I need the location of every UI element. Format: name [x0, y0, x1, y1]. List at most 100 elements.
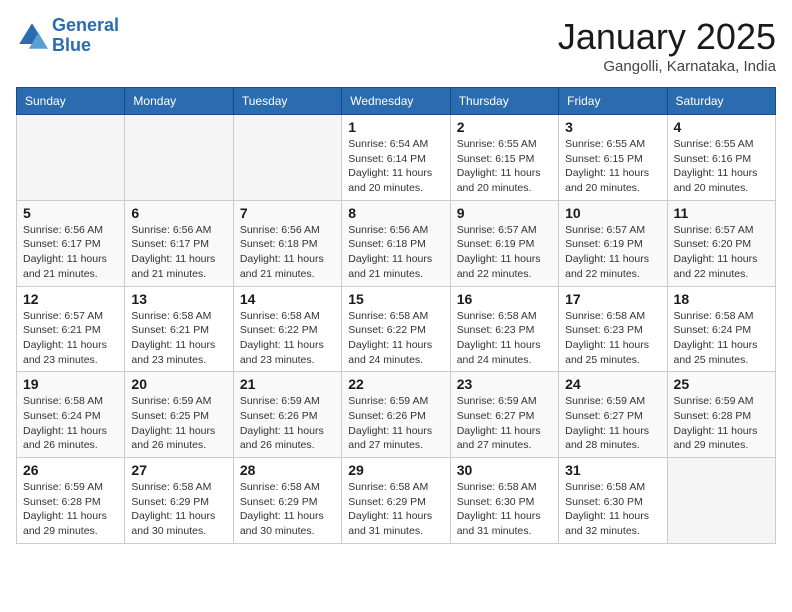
day-number: 19: [23, 376, 118, 392]
calendar-header: SundayMondayTuesdayWednesdayThursdayFrid…: [17, 88, 776, 115]
day-info: Sunrise: 6:55 AMSunset: 6:16 PMDaylight:…: [674, 137, 769, 196]
title-block: January 2025 Gangolli, Karnataka, India: [558, 16, 776, 75]
week-row-3: 12 Sunrise: 6:57 AMSunset: 6:21 PMDayligh…: [17, 286, 776, 372]
day-info: Sunrise: 6:59 AMSunset: 6:27 PMDaylight:…: [457, 394, 552, 453]
header-day-tuesday: Tuesday: [233, 88, 341, 115]
logo: General Blue: [16, 16, 119, 56]
week-row-5: 26Sunrise: 6:59 AMSunset: 6:28 PMDayligh…: [17, 458, 776, 544]
day-number: 26: [23, 462, 118, 478]
day-info: Sunrise: 6:58 AMSunset: 6:24 PMDaylight:…: [674, 309, 769, 368]
day-number: 13: [131, 291, 226, 307]
day-info: Sunrise: 6:58 AMSunset: 6:21 PMDaylight:…: [131, 309, 226, 368]
calendar-body: 1Sunrise: 6:54 AMSunset: 6:14 PMDaylight…: [17, 115, 776, 544]
header-day-monday: Monday: [125, 88, 233, 115]
day-info: Sunrise: 6:59 AMSunset: 6:25 PMDaylight:…: [131, 394, 226, 453]
week-row-1: 1Sunrise: 6:54 AMSunset: 6:14 PMDaylight…: [17, 115, 776, 201]
day-info: Sunrise: 6:58 AMSunset: 6:22 PMDaylight:…: [240, 309, 335, 368]
day-number: 5: [23, 205, 118, 221]
header-day-thursday: Thursday: [450, 88, 558, 115]
page-header: General Blue January 2025 Gangolli, Karn…: [16, 16, 776, 75]
header-row: SundayMondayTuesdayWednesdayThursdayFrid…: [17, 88, 776, 115]
calendar-cell: 23 Sunrise: 6:59 AMSunset: 6:27 PMDayligh…: [450, 372, 558, 458]
calendar-cell: 14 Sunrise: 6:58 AMSunset: 6:22 PMDayligh…: [233, 286, 341, 372]
calendar-cell: 26Sunrise: 6:59 AMSunset: 6:28 PMDayligh…: [17, 458, 125, 544]
calendar-cell: 30 Sunrise: 6:58 AMSunset: 6:30 PMDayligh…: [450, 458, 558, 544]
location: Gangolli, Karnataka, India: [558, 58, 776, 75]
day-info: Sunrise: 6:57 AMSunset: 6:19 PMDaylight:…: [457, 223, 552, 282]
header-day-friday: Friday: [559, 88, 667, 115]
day-number: 11: [674, 205, 769, 221]
calendar-cell: 27 Sunrise: 6:58 AMSunset: 6:29 PMDayligh…: [125, 458, 233, 544]
calendar-cell: 1Sunrise: 6:54 AMSunset: 6:14 PMDaylight…: [342, 115, 450, 201]
month-title: January 2025: [558, 16, 776, 58]
day-number: 20: [131, 376, 226, 392]
day-number: 4: [674, 119, 769, 135]
calendar-cell: 8 Sunrise: 6:56 AMSunset: 6:18 PMDaylight…: [342, 200, 450, 286]
day-info: Sunrise: 6:56 AMSunset: 6:18 PMDaylight:…: [348, 223, 443, 282]
calendar-cell: 21 Sunrise: 6:59 AMSunset: 6:26 PMDayligh…: [233, 372, 341, 458]
day-number: 24: [565, 376, 660, 392]
day-number: 29: [348, 462, 443, 478]
calendar-cell: 31 Sunrise: 6:58 AMSunset: 6:30 PMDayligh…: [559, 458, 667, 544]
day-number: 7: [240, 205, 335, 221]
day-info: Sunrise: 6:58 AMSunset: 6:30 PMDaylight:…: [565, 480, 660, 539]
calendar-cell: 13 Sunrise: 6:58 AMSunset: 6:21 PMDayligh…: [125, 286, 233, 372]
calendar-cell: 18Sunrise: 6:58 AMSunset: 6:24 PMDayligh…: [667, 286, 775, 372]
day-info: Sunrise: 6:54 AMSunset: 6:14 PMDaylight:…: [348, 137, 443, 196]
calendar-cell: 3 Sunrise: 6:55 AMSunset: 6:15 PMDaylight…: [559, 115, 667, 201]
day-info: Sunrise: 6:58 AMSunset: 6:24 PMDaylight:…: [23, 394, 118, 453]
calendar-cell: 29 Sunrise: 6:58 AMSunset: 6:29 PMDayligh…: [342, 458, 450, 544]
day-info: Sunrise: 6:58 AMSunset: 6:29 PMDaylight:…: [348, 480, 443, 539]
day-info: Sunrise: 6:59 AMSunset: 6:26 PMDaylight:…: [240, 394, 335, 453]
day-info: Sunrise: 6:58 AMSunset: 6:23 PMDaylight:…: [565, 309, 660, 368]
calendar-table: SundayMondayTuesdayWednesdayThursdayFrid…: [16, 87, 776, 544]
day-info: Sunrise: 6:58 AMSunset: 6:22 PMDaylight:…: [348, 309, 443, 368]
day-info: Sunrise: 6:55 AMSunset: 6:15 PMDaylight:…: [565, 137, 660, 196]
day-info: Sunrise: 6:59 AMSunset: 6:26 PMDaylight:…: [348, 394, 443, 453]
day-number: 21: [240, 376, 335, 392]
calendar-cell: [125, 115, 233, 201]
calendar-cell: 4 Sunrise: 6:55 AMSunset: 6:16 PMDaylight…: [667, 115, 775, 201]
day-number: 12: [23, 291, 118, 307]
day-number: 22: [348, 376, 443, 392]
day-info: Sunrise: 6:58 AMSunset: 6:29 PMDaylight:…: [131, 480, 226, 539]
calendar-cell: 7 Sunrise: 6:56 AMSunset: 6:18 PMDaylight…: [233, 200, 341, 286]
calendar-cell: 6 Sunrise: 6:56 AMSunset: 6:17 PMDaylight…: [125, 200, 233, 286]
day-info: Sunrise: 6:58 AMSunset: 6:30 PMDaylight:…: [457, 480, 552, 539]
logo-icon: [16, 20, 48, 52]
day-number: 14: [240, 291, 335, 307]
day-number: 15: [348, 291, 443, 307]
day-number: 30: [457, 462, 552, 478]
day-number: 17: [565, 291, 660, 307]
calendar-cell: 20 Sunrise: 6:59 AMSunset: 6:25 PMDayligh…: [125, 372, 233, 458]
day-number: 31: [565, 462, 660, 478]
calendar-cell: 9 Sunrise: 6:57 AMSunset: 6:19 PMDaylight…: [450, 200, 558, 286]
day-info: Sunrise: 6:59 AMSunset: 6:28 PMDaylight:…: [674, 394, 769, 453]
day-info: Sunrise: 6:58 AMSunset: 6:29 PMDaylight:…: [240, 480, 335, 539]
calendar-cell: 22 Sunrise: 6:59 AMSunset: 6:26 PMDayligh…: [342, 372, 450, 458]
day-number: 27: [131, 462, 226, 478]
header-day-wednesday: Wednesday: [342, 88, 450, 115]
week-row-4: 19 Sunrise: 6:58 AMSunset: 6:24 PMDayligh…: [17, 372, 776, 458]
calendar-cell: [667, 458, 775, 544]
day-number: 9: [457, 205, 552, 221]
calendar-cell: [233, 115, 341, 201]
week-row-2: 5 Sunrise: 6:56 AMSunset: 6:17 PMDaylight…: [17, 200, 776, 286]
day-info: Sunrise: 6:57 AMSunset: 6:20 PMDaylight:…: [674, 223, 769, 282]
calendar-cell: 19 Sunrise: 6:58 AMSunset: 6:24 PMDayligh…: [17, 372, 125, 458]
day-info: Sunrise: 6:56 AMSunset: 6:18 PMDaylight:…: [240, 223, 335, 282]
day-info: Sunrise: 6:57 AMSunset: 6:19 PMDaylight:…: [565, 223, 660, 282]
day-number: 3: [565, 119, 660, 135]
day-number: 10: [565, 205, 660, 221]
day-info: Sunrise: 6:56 AMSunset: 6:17 PMDaylight:…: [131, 223, 226, 282]
calendar-cell: 24Sunrise: 6:59 AMSunset: 6:27 PMDayligh…: [559, 372, 667, 458]
calendar-cell: 5Sunrise: 6:56 AMSunset: 6:17 PMDaylight…: [17, 200, 125, 286]
day-number: 8: [348, 205, 443, 221]
day-number: 23: [457, 376, 552, 392]
day-info: Sunrise: 6:57 AMSunset: 6:21 PMDaylight:…: [23, 309, 118, 368]
calendar-cell: 28Sunrise: 6:58 AMSunset: 6:29 PMDayligh…: [233, 458, 341, 544]
header-day-saturday: Saturday: [667, 88, 775, 115]
calendar-cell: 2Sunrise: 6:55 AMSunset: 6:15 PMDaylight…: [450, 115, 558, 201]
calendar-cell: 12 Sunrise: 6:57 AMSunset: 6:21 PMDayligh…: [17, 286, 125, 372]
day-number: 6: [131, 205, 226, 221]
